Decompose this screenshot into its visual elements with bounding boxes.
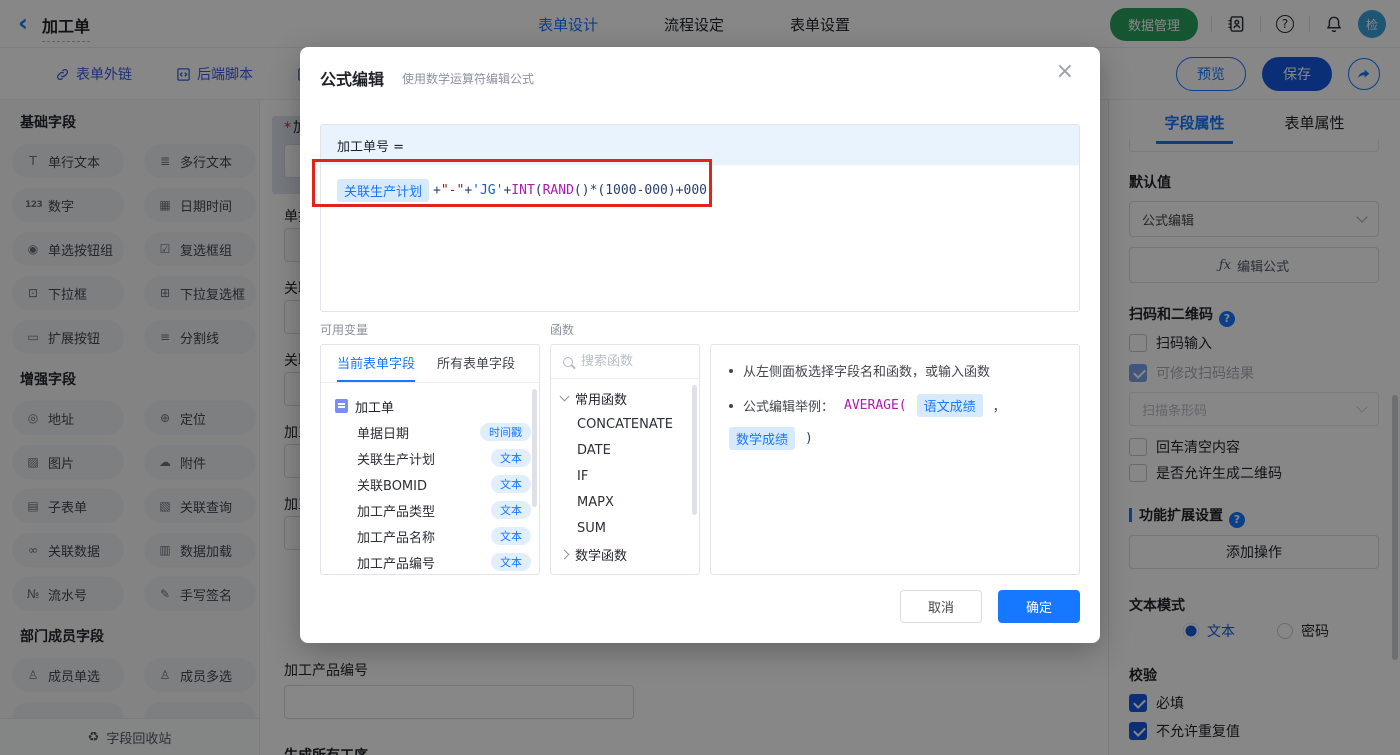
variable-item[interactable]: 加工产品名称 文本 — [335, 523, 531, 549]
variables-label: 可用变量 — [320, 323, 369, 337]
function-group-text[interactable]: 文本函数 — [551, 567, 699, 574]
variable-item[interactable]: 关联生产计划 文本 — [335, 445, 531, 471]
formula-editor[interactable]: 加工单号 = 关联生产计划 +"-"+'JG'+INT(RAND()*(1000… — [320, 124, 1080, 312]
caret-down-icon — [559, 391, 570, 402]
cancel-button[interactable]: 取消 — [900, 590, 982, 623]
function-item[interactable]: MAPX — [551, 489, 699, 515]
panel-scrollbar[interactable] — [532, 389, 537, 507]
type-badge: 文本 — [491, 475, 531, 493]
modal-title: 公式编辑 — [320, 70, 385, 89]
caret-right-icon — [559, 549, 570, 559]
function-group-math[interactable]: 数学函数 — [551, 541, 699, 567]
function-item[interactable]: CONCATENATE — [551, 411, 699, 437]
tab-all-form-fields[interactable]: 所有表单字段 — [437, 345, 515, 382]
form-icon — [335, 399, 348, 413]
variables-panel: 当前表单字段 所有表单字段 加工单 单据日期 时间戳 关联生产计划 文本 关联BOM… — [320, 344, 540, 575]
example-field-token: 数学成绩 — [729, 427, 796, 450]
formula-edit-modal: 公式编辑 使用数学运算符编辑公式 × 加工单号 = 关联生产计划 +"-"+'J… — [300, 47, 1100, 643]
function-item[interactable]: DATE — [551, 437, 699, 463]
confirm-button[interactable]: 确定 — [998, 590, 1080, 623]
search-input[interactable] — [581, 354, 677, 369]
type-badge: 文本 — [491, 527, 531, 545]
app-window: ‹ 加工单 表单设计 流程设定 表单设置 数据管理 ? 检 表单外链 后端脚本 … — [0, 0, 1400, 755]
panel-scrollbar[interactable] — [692, 385, 697, 515]
variable-item[interactable]: 加工产品编号 文本 — [335, 549, 531, 574]
search-icon — [563, 356, 573, 367]
help-panel: 从左侧面板选择字段名和函数，或输入函数 公式编辑举例： AVERAGE( 语文成绩… — [710, 344, 1080, 575]
functions-panel: 常用函数 CONCATENATE DATE IF MAPX SUM 数学函数 文… — [550, 344, 700, 575]
form-node[interactable]: 加工单 — [335, 393, 531, 419]
variable-item[interactable]: 加工产品类型 文本 — [335, 497, 531, 523]
tab-current-form-fields[interactable]: 当前表单字段 — [337, 345, 416, 382]
field-token[interactable]: 关联生产计划 — [337, 179, 430, 202]
function-item[interactable]: IF — [551, 463, 699, 489]
close-icon[interactable]: × — [1056, 61, 1074, 83]
functions-label: 函数 — [550, 323, 575, 337]
variable-item[interactable]: 单据日期 时间戳 — [335, 419, 531, 445]
type-badge: 时间戳 — [480, 423, 531, 441]
formula-expression[interactable]: 关联生产计划 +"-"+'JG'+INT(RAND()*(1000-000)+0… — [321, 165, 1079, 216]
function-item[interactable]: SUM — [551, 515, 699, 541]
type-badge: 文本 — [491, 449, 531, 467]
help-tip: 从左侧面板选择字段名和函数，或输入函数 — [729, 361, 1061, 380]
modal-subtitle: 使用数学运算符编辑公式 — [402, 72, 535, 86]
formula-target: 加工单号 = — [321, 125, 1079, 165]
example-field-token: 语文成绩 — [916, 394, 983, 417]
type-badge: 文本 — [491, 553, 531, 571]
function-group-common[interactable]: 常用函数 — [551, 385, 699, 411]
function-search[interactable] — [551, 345, 699, 379]
type-badge: 文本 — [491, 501, 531, 519]
help-example: 公式编辑举例： AVERAGE( 语文成绩 ， 数学成绩 ) — [729, 394, 1061, 450]
variable-item[interactable]: 关联BOMID 文本 — [335, 471, 531, 497]
